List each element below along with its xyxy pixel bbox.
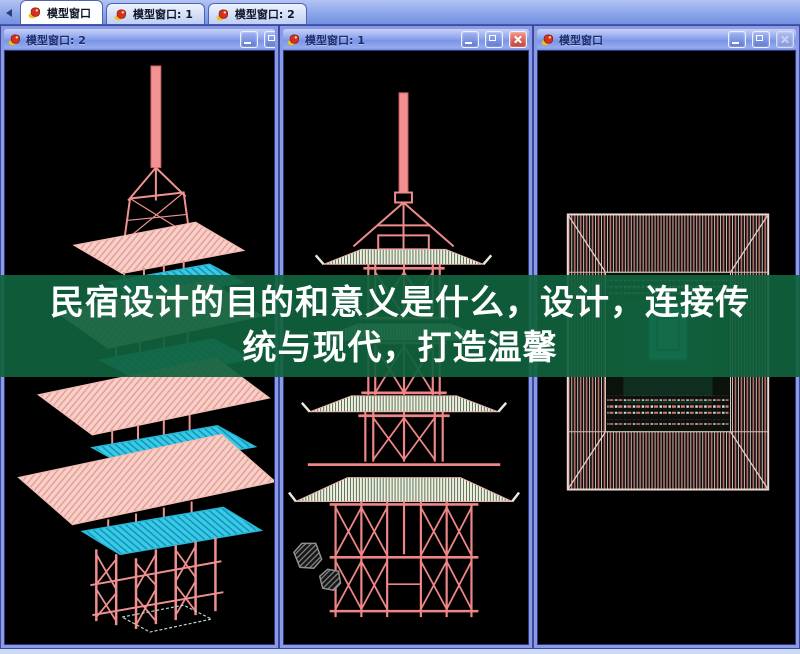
window-title: 模型窗口: 1 xyxy=(305,33,365,47)
close-button-disabled xyxy=(776,31,794,48)
restore-button[interactable] xyxy=(264,31,275,48)
close-button[interactable] xyxy=(509,31,527,48)
tab-model-window-2[interactable]: 模型窗口: 2 xyxy=(207,3,307,24)
banner-text-line-2: 统与现代，打造温馨 xyxy=(242,328,558,368)
tab-label: 模型窗口: 1 xyxy=(133,8,193,21)
minimize-icon xyxy=(465,42,472,44)
tab-label: 模型窗口: 2 xyxy=(234,8,295,21)
model-window-icon xyxy=(8,34,21,46)
tab-label: 模型窗口 xyxy=(47,6,91,20)
maximize-button[interactable] xyxy=(485,31,503,48)
tab-model-window-1[interactable]: 模型窗口: 1 xyxy=(106,3,205,24)
window-title: 模型窗口 xyxy=(559,33,603,47)
window-titlebar[interactable]: 模型窗口: 1 xyxy=(283,29,529,50)
maximize-icon xyxy=(756,35,763,41)
minimize-icon xyxy=(244,42,251,44)
model-window-tab-bar: 模型窗口 模型窗口: 1 模型窗口: 2 xyxy=(0,0,800,25)
footprint-watermark-icon xyxy=(293,542,342,591)
close-icon xyxy=(777,32,793,47)
window-titlebar[interactable]: 模型窗口: 2 xyxy=(4,29,275,50)
banner-text-line-1: 民宿设计的目的和意义是什么，设计，连接传 xyxy=(50,283,750,323)
restore-icon xyxy=(268,35,275,41)
minimize-button[interactable] xyxy=(728,31,746,48)
maximize-button[interactable] xyxy=(752,31,770,48)
maximize-icon xyxy=(489,35,496,41)
tab-model-window[interactable]: 模型窗口 xyxy=(20,0,103,24)
minimize-button[interactable] xyxy=(240,31,258,48)
model-window-icon xyxy=(28,7,41,19)
model-window-icon xyxy=(216,8,228,20)
model-window-icon xyxy=(541,34,554,46)
minimize-button[interactable] xyxy=(461,31,479,48)
minimize-icon xyxy=(732,42,739,44)
model-window-icon xyxy=(114,8,127,20)
window-title: 模型窗口: 2 xyxy=(26,33,86,47)
model-window-icon xyxy=(287,34,300,46)
overlay-banner: 民宿设计的目的和意义是什么，设计，连接传 统与现代，打造温馨 xyxy=(0,275,800,377)
application-desktop: 模型窗口 模型窗口: 1 模型窗口: 2 模型窗口: 2 模型窗口: 1 模型窗… xyxy=(0,0,800,654)
window-titlebar[interactable]: 模型窗口 xyxy=(537,29,796,50)
chevron-left-icon xyxy=(6,9,12,17)
close-icon xyxy=(510,32,526,47)
tab-scroll-left-button[interactable] xyxy=(2,4,16,22)
